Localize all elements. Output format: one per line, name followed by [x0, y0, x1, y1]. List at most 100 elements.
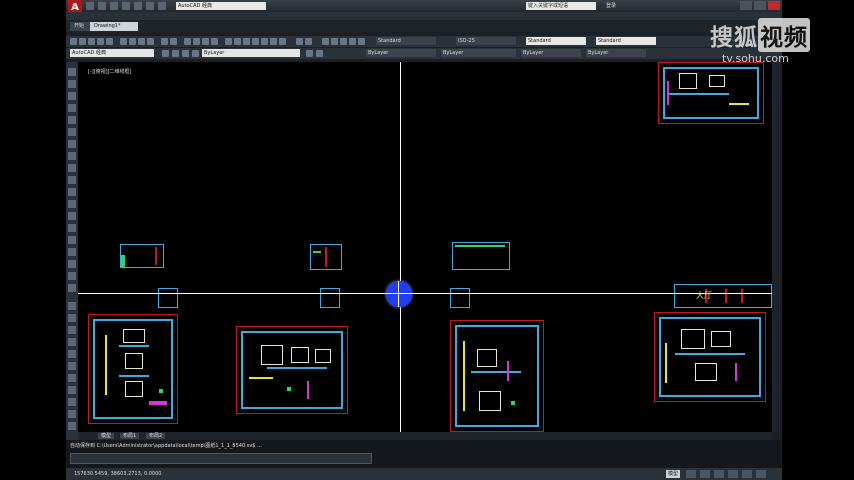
scale-icon[interactable] [68, 386, 76, 394]
make-current-icon[interactable] [306, 50, 313, 57]
vertical-scrollbar[interactable] [772, 62, 782, 432]
polygon-icon[interactable] [68, 104, 76, 112]
isolate-objects-icon[interactable] [728, 470, 738, 478]
cut-icon[interactable] [120, 38, 127, 45]
lineweight-select[interactable]: ByLayer [521, 49, 581, 57]
new-icon[interactable] [86, 2, 94, 10]
undo-icon[interactable] [161, 38, 168, 45]
spline-icon[interactable] [68, 164, 76, 172]
qnew-icon[interactable] [70, 38, 77, 45]
workspace-combo[interactable]: AutoCAD 经典 [70, 49, 154, 57]
pan-icon[interactable] [184, 38, 191, 45]
layer-select[interactable]: ByLayer [202, 49, 300, 57]
mtext-icon[interactable] [68, 284, 76, 292]
close-icon[interactable] [768, 1, 780, 10]
dimstyle-select[interactable]: ISO-25 [456, 37, 516, 45]
designcenter-icon[interactable] [234, 38, 241, 45]
floor-plan-1[interactable] [88, 314, 178, 424]
annotation-scale-icon[interactable] [686, 470, 696, 478]
matchprop-icon[interactable] [147, 38, 154, 45]
polyline-icon[interactable] [68, 92, 76, 100]
hardware-accel-icon[interactable] [742, 470, 752, 478]
tab-drawing1[interactable]: Drawing1* [90, 22, 138, 31]
signin-button[interactable]: 登录 [606, 2, 642, 10]
line-icon[interactable] [68, 68, 76, 76]
plotstyle-select[interactable]: ByLayer [586, 49, 646, 57]
workspace-switch-icon[interactable] [700, 470, 710, 478]
mleaderstyle-select[interactable]: Standard [596, 37, 656, 45]
xline-icon[interactable] [68, 80, 76, 88]
sun-icon[interactable] [182, 50, 189, 57]
zoom-window-icon[interactable] [202, 38, 209, 45]
maximize-icon[interactable] [754, 1, 766, 10]
tab-start[interactable]: 开始 [70, 22, 92, 31]
arc-icon[interactable] [68, 128, 76, 136]
command-input[interactable] [70, 453, 372, 464]
mirror-icon[interactable] [68, 326, 76, 334]
tab-layout1[interactable]: 布局1 [120, 433, 140, 439]
stretch-icon[interactable] [68, 398, 76, 406]
workspace-select[interactable]: AutoCAD 经典 [176, 2, 266, 10]
viewport-controls[interactable]: [-][俯视][二维线框] [88, 68, 132, 75]
elevation-block-2[interactable] [310, 244, 342, 270]
floor-plan-top-right[interactable] [658, 62, 764, 124]
save-icon[interactable] [110, 2, 118, 10]
detail-block-2[interactable] [320, 288, 340, 308]
open-icon[interactable] [98, 2, 106, 10]
help-icon[interactable] [279, 38, 286, 45]
trim-icon[interactable] [68, 410, 76, 418]
circle-icon[interactable] [68, 140, 76, 148]
move-icon[interactable] [68, 362, 76, 370]
ellipse-icon[interactable] [68, 176, 76, 184]
redo-icon[interactable] [170, 38, 177, 45]
floor-plan-2[interactable] [236, 326, 348, 414]
layer-previous-icon[interactable] [316, 50, 323, 57]
layer-manager-icon[interactable] [162, 50, 169, 57]
detail-block-3[interactable] [450, 288, 470, 308]
calculator-icon[interactable] [270, 38, 277, 45]
extend-icon[interactable] [68, 422, 76, 430]
markup-icon[interactable] [261, 38, 268, 45]
tab-model[interactable]: 模型 [98, 433, 115, 439]
undo-icon[interactable] [146, 2, 154, 10]
search-input[interactable]: 键入关键字或短语 [526, 2, 596, 10]
array-icon[interactable] [68, 350, 76, 358]
save-icon[interactable] [88, 38, 95, 45]
tab-layout2[interactable]: 布局2 [146, 433, 166, 439]
rotate-icon[interactable] [68, 374, 76, 382]
point-icon[interactable] [68, 224, 76, 232]
rectangle-icon[interactable] [68, 116, 76, 124]
gradient-icon[interactable] [68, 248, 76, 256]
offset-icon[interactable] [68, 338, 76, 346]
plot-icon[interactable] [97, 38, 104, 45]
copy-icon[interactable] [129, 38, 136, 45]
color-select[interactable]: ByLayer [366, 49, 436, 57]
clean-screen-icon[interactable] [756, 470, 766, 478]
revcloud-icon[interactable] [68, 152, 76, 160]
print-icon[interactable] [134, 2, 142, 10]
linetype-select[interactable]: ByLayer [441, 49, 516, 57]
redo-icon[interactable] [158, 2, 166, 10]
toolpalette-icon[interactable] [243, 38, 250, 45]
saveas-icon[interactable] [122, 2, 130, 10]
minimize-icon[interactable] [740, 1, 752, 10]
layer-state-icon[interactable] [305, 38, 312, 45]
elevation-block-4[interactable] [674, 284, 772, 308]
floor-plan-3[interactable] [450, 320, 544, 432]
ucs-zaxis-icon[interactable] [358, 38, 365, 45]
erase-icon[interactable] [68, 302, 76, 310]
elevation-block-3[interactable] [452, 242, 510, 270]
ucs-world-icon[interactable] [331, 38, 338, 45]
sheetset-icon[interactable] [252, 38, 259, 45]
model-space-button[interactable]: 模型 [666, 470, 680, 478]
make-block-icon[interactable] [68, 212, 76, 220]
properties-icon[interactable] [225, 38, 232, 45]
ucs-icon[interactable] [322, 38, 329, 45]
textstyle-select[interactable]: Standard [376, 37, 436, 45]
ellipse-arc-icon[interactable] [68, 188, 76, 196]
floor-plan-4[interactable] [654, 312, 766, 402]
table-icon[interactable] [68, 272, 76, 280]
lock-ui-icon[interactable] [714, 470, 724, 478]
drawing-canvas[interactable] [78, 62, 772, 432]
region-icon[interactable] [68, 260, 76, 268]
